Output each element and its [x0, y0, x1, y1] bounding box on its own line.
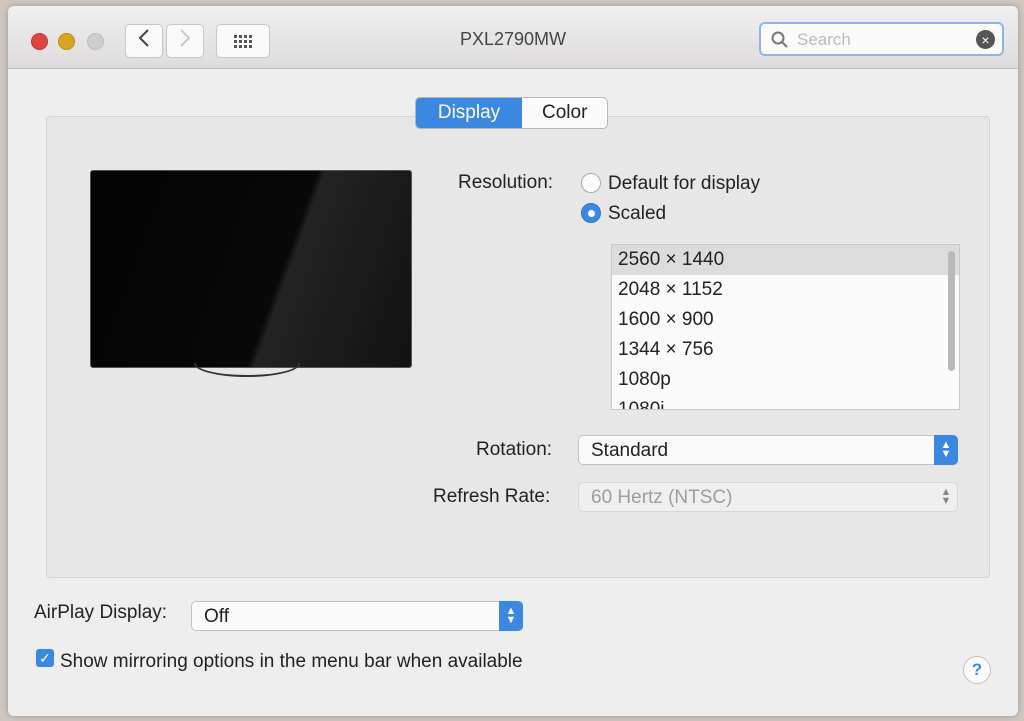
search-icon — [771, 31, 789, 54]
title-bar: PXL2790MW Search × — [8, 6, 1018, 69]
rotation-select[interactable]: Standard ▲ ▼ — [578, 435, 958, 465]
tab-display[interactable]: Display — [416, 98, 522, 128]
help-button[interactable]: ? — [963, 656, 991, 684]
search-field[interactable]: Search × — [759, 22, 1004, 56]
search-placeholder: Search — [797, 30, 851, 49]
radio-default-label[interactable]: Default for display — [608, 173, 760, 195]
display-image — [90, 170, 412, 368]
refresh-rate-label: Refresh Rate: — [433, 486, 551, 507]
airplay-label: AirPlay Display: — [34, 602, 168, 623]
radio-scaled-label[interactable]: Scaled — [608, 203, 666, 225]
resolution-scrollbar[interactable] — [948, 251, 955, 371]
resolution-label: Resolution: — [458, 172, 554, 193]
updown-arrows-icon: ▲ ▼ — [499, 601, 523, 631]
resolution-item[interactable]: 1600 × 900 — [612, 305, 959, 335]
mirroring-checkbox[interactable]: ✓ — [36, 649, 54, 667]
resolution-item[interactable]: 1080p — [612, 365, 959, 395]
resolution-item[interactable]: 1080i — [612, 395, 959, 409]
refresh-rate-select[interactable]: 60 Hertz (NTSC) ▲ ▼ — [578, 482, 958, 512]
mirroring-label[interactable]: Show mirroring options in the menu bar w… — [60, 651, 523, 673]
clear-search-icon[interactable]: × — [976, 30, 995, 49]
updown-arrows-icon: ▲ ▼ — [940, 486, 952, 507]
resolution-item[interactable]: 2048 × 1152 — [612, 275, 959, 305]
radio-scaled[interactable] — [581, 203, 601, 223]
rotation-value: Standard — [591, 440, 669, 461]
airplay-select[interactable]: Off ▲ ▼ — [191, 601, 523, 631]
updown-arrows-icon: ▲ ▼ — [934, 435, 958, 465]
resolution-item[interactable]: 1344 × 756 — [612, 335, 959, 365]
refresh-rate-value: 60 Hertz (NTSC) — [591, 487, 733, 508]
checkmark-icon: ✓ — [39, 649, 51, 666]
tab-bar: Display Color — [415, 97, 609, 129]
radio-default-for-display[interactable] — [581, 173, 601, 193]
tab-color[interactable]: Color — [522, 98, 607, 128]
airplay-value: Off — [204, 606, 229, 627]
resolution-list[interactable]: 2560 × 1440 2048 × 1152 1600 × 900 1344 … — [611, 244, 960, 410]
rotation-label: Rotation: — [476, 439, 553, 460]
resolution-item[interactable]: 2560 × 1440 — [612, 245, 959, 275]
preferences-window: PXL2790MW Search × Display Color Resolut… — [8, 6, 1018, 716]
